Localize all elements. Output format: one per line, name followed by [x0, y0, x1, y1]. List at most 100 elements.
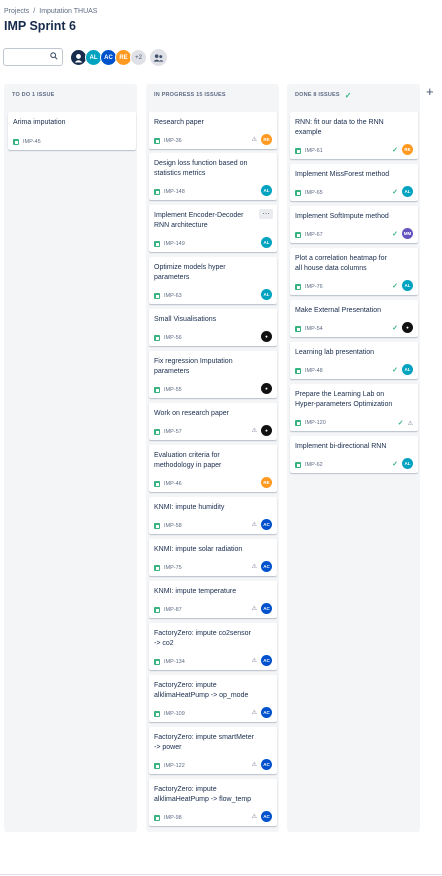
story-icon — [154, 565, 160, 571]
story-icon — [154, 189, 160, 195]
assignee-avatar[interactable]: ● — [402, 322, 413, 333]
story-icon — [295, 190, 301, 196]
card-more-button[interactable]: … — [259, 207, 273, 219]
assignee-avatar[interactable]: AL — [402, 186, 413, 197]
assignee-avatar[interactable]: AC — [261, 603, 272, 614]
card-key: IMP-54 — [295, 326, 323, 332]
story-icon — [154, 763, 160, 769]
assignee-avatar[interactable]: AL — [402, 458, 413, 469]
priority-icon: ⚠ — [251, 564, 257, 570]
assignee-avatar[interactable]: RE — [261, 134, 272, 145]
assignee-avatar[interactable]: AL — [261, 185, 272, 196]
priority-icon: ⚠ — [251, 428, 257, 434]
divider — [0, 874, 442, 875]
assignee-avatar[interactable]: AL — [402, 364, 413, 375]
issue-card[interactable]: KNMI: impute temperature IMP-87 ⚠ AC — [149, 581, 277, 618]
issue-card[interactable]: Work on research paper IMP-57 ⚠ ● — [149, 403, 277, 440]
assignee-avatar[interactable]: AC — [261, 655, 272, 666]
assignee-avatar[interactable]: AC — [261, 811, 272, 822]
priority-icon: ⚠ — [251, 606, 257, 612]
assignee-avatar[interactable]: AC — [261, 707, 272, 718]
assignee-avatar[interactable]: AC — [261, 519, 272, 530]
people-icon — [153, 53, 164, 62]
issue-card[interactable]: Design loss function based on statistics… — [149, 153, 277, 200]
done-check-icon: ✓ — [392, 366, 398, 374]
priority-icon: ⚠ — [407, 420, 413, 427]
card-title: Implement bi-directional RNN — [295, 443, 387, 450]
group-people-button[interactable] — [150, 49, 167, 66]
assignee-avatar[interactable]: AC — [261, 759, 272, 770]
card-key: IMP-46 — [154, 481, 182, 487]
story-icon — [154, 711, 160, 717]
issue-card[interactable]: Implement Encoder-Decoder RNN architectu… — [149, 205, 277, 252]
assignee-avatar[interactable]: ● — [261, 383, 272, 394]
issue-card[interactable]: Implement MissForest method IMP-65 ✓ AL — [290, 164, 418, 201]
issue-card[interactable]: Evaluation criteria for methodology in p… — [149, 445, 277, 492]
breadcrumb-project[interactable]: Imputation THUAS — [39, 8, 97, 15]
story-icon — [154, 293, 160, 299]
card-key: IMP-62 — [295, 462, 323, 468]
assignee-avatar[interactable]: AC — [261, 561, 272, 572]
priority-icon: ⚠ — [251, 762, 257, 768]
done-check-icon: ✓ — [392, 282, 398, 290]
column-header-in-progress: IN PROGRESS 15 ISSUES — [146, 84, 279, 106]
card-title: Fix regression Imputation parameters — [154, 358, 233, 375]
card-key: IMP-109 — [154, 711, 185, 717]
issue-card[interactable]: KNMI: impute solar radiation IMP-75 ⚠ AC — [149, 539, 277, 576]
issue-card[interactable]: Arima imputation IMP-45 — [8, 112, 136, 150]
issue-card[interactable]: Research paper IMP-36 ⚠ RE — [149, 112, 277, 149]
issue-card[interactable]: FactoryZero: impute alklimaHeatPump -> o… — [149, 675, 277, 722]
assignee-avatar[interactable]: ● — [261, 331, 272, 342]
done-check-icon: ✓ — [392, 230, 398, 238]
story-icon — [154, 607, 160, 613]
card-title: Plot a correlation heatmap for all house… — [295, 255, 387, 272]
done-check-icon: ✓ — [392, 460, 398, 468]
column-title: DONE 8 ISSUES — [295, 92, 340, 98]
card-title: Arima imputation — [13, 119, 66, 126]
user-photo-icon — [74, 53, 83, 63]
breadcrumb-projects[interactable]: Projects — [4, 8, 29, 15]
column-title: IN PROGRESS 15 ISSUES — [154, 92, 226, 98]
story-icon — [154, 387, 160, 393]
assignee-avatar[interactable]: RE — [402, 144, 413, 155]
done-check-icon: ✓ — [397, 420, 404, 427]
issue-card[interactable]: Learning lab presentation IMP-48 ✓ AL — [290, 342, 418, 379]
card-key: IMP-56 — [154, 335, 182, 341]
search-input[interactable] — [7, 53, 51, 68]
done-check-icon: ✓ — [392, 324, 398, 332]
card-key: IMP-120 — [295, 420, 326, 426]
card-key: IMP-149 — [154, 241, 185, 247]
assignee-avatar[interactable]: ● — [261, 425, 272, 436]
search-box[interactable] — [3, 48, 63, 68]
story-icon — [154, 335, 160, 341]
issue-card[interactable]: RNN: fit our data to the RNN example IMP… — [290, 112, 418, 159]
assignee-avatar[interactable]: MM — [402, 228, 413, 239]
card-key: IMP-61 — [295, 148, 323, 154]
issue-card[interactable]: Small Visualisations IMP-56 ● — [149, 309, 277, 346]
issue-card[interactable]: Fix regression Imputation parameters IMP… — [149, 351, 277, 398]
issue-card[interactable]: Make External Presentation IMP-54 ✓ ● — [290, 300, 418, 337]
priority-icon: ⚠ — [251, 137, 257, 143]
issue-card[interactable]: Prepare the Learning Lab on Hyper-parame… — [290, 384, 418, 431]
more-icon: … — [262, 207, 270, 216]
assignee-avatar[interactable]: AL — [402, 280, 413, 291]
column-todo: TO DO 1 ISSUE — [4, 84, 137, 832]
assignee-avatar[interactable]: RE — [261, 477, 272, 488]
assignee-avatar[interactable]: AL — [261, 289, 272, 300]
search-icon — [50, 52, 58, 60]
issue-card[interactable]: Implement SoftImpute method IMP-67 ✓ MM — [290, 206, 418, 243]
done-check-icon: ✓ — [392, 146, 398, 154]
issue-card[interactable]: FactoryZero: impute alklimaHeatPump -> f… — [149, 779, 277, 826]
add-column-button[interactable]: + — [426, 85, 434, 98]
story-icon — [295, 420, 301, 426]
card-key: IMP-98 — [154, 815, 182, 821]
issue-card[interactable]: FactoryZero: impute co2sensor -> co2 IMP… — [149, 623, 277, 670]
issue-card[interactable]: Plot a correlation heatmap for all house… — [290, 248, 418, 295]
issue-card[interactable]: Optimize models hyper parameters IMP-63 … — [149, 257, 277, 304]
story-icon — [154, 659, 160, 665]
more-avatars-button[interactable]: +2 — [130, 49, 147, 66]
issue-card[interactable]: Implement bi-directional RNN IMP-62 ✓ AL — [290, 436, 418, 473]
issue-card[interactable]: KNMI: impute humidity IMP-58 ⚠ AC — [149, 497, 277, 534]
issue-card[interactable]: FactoryZero: impute smartMeter -> power … — [149, 727, 277, 774]
assignee-avatar[interactable]: AL — [261, 237, 272, 248]
